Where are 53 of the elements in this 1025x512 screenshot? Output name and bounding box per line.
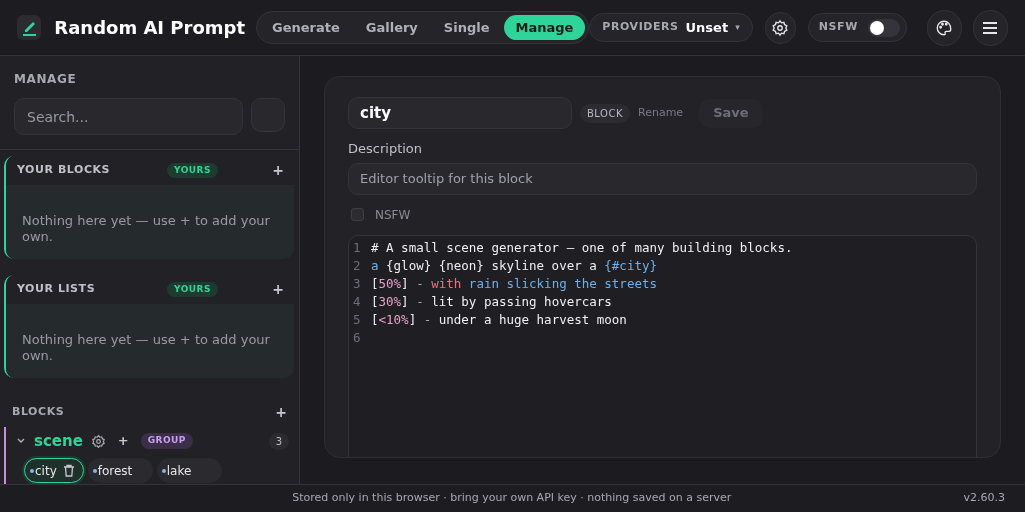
rename-button[interactable]: Rename [638, 104, 684, 122]
group-name[interactable]: scene [34, 429, 83, 453]
footer-note: Stored only in this browser · bring your own API key · nothing saved on a server [292, 490, 732, 507]
code-line: a {glow} {neon} skyline over a {#city} [371, 256, 657, 275]
block-type-badge: BLOCK [580, 103, 630, 123]
app-logo-icon [17, 15, 42, 40]
code-line: # A small scene generator — one of many building blocks. [371, 238, 793, 257]
code-editor[interactable] [348, 234, 977, 457]
trash-icon[interactable] [62, 464, 75, 477]
nsfw-toggle[interactable]: NSFW [807, 13, 907, 42]
line-number: 4 [353, 293, 362, 312]
line-number: 1 [353, 238, 362, 257]
item-count: 3 [268, 432, 289, 450]
code-line: [<10%] - under a huge harvest moon [371, 311, 627, 330]
settings-icon[interactable] [764, 11, 796, 44]
nav-tab[interactable]: Gallery [353, 15, 430, 40]
line-number: 2 [353, 256, 362, 275]
group-badge: GROUP [140, 433, 193, 449]
search-field[interactable]: Search... [14, 98, 243, 135]
block-chip[interactable]: forest [87, 458, 153, 483]
add-button[interactable]: + [117, 431, 129, 451]
version-label: v2.60.3 [963, 490, 1005, 507]
empty-state-message: Nothing here yet — use + to add your own. [22, 213, 271, 245]
section-title: YOUR LISTS [17, 281, 97, 298]
code-line: [30%] - lit by passing hovercars [371, 293, 612, 312]
add-block-button[interactable]: + [275, 402, 287, 423]
code-line: [50%] - with rain slicking the streets [371, 274, 657, 293]
empty-state-message: Nothing here yet — use + to add your own. [22, 332, 271, 364]
nsfw-checkbox[interactable] [351, 208, 364, 221]
gear-icon[interactable] [90, 433, 106, 449]
block-name-field[interactable]: city [348, 97, 572, 129]
providers-dropdown[interactable]: PROVIDERS Unset ▾ [589, 13, 753, 42]
yours-badge: YOURS [167, 162, 218, 179]
app-title: Random AI Prompt [54, 16, 245, 40]
nav-tab[interactable]: Manage [503, 15, 586, 40]
add-button[interactable]: + [272, 279, 284, 300]
blocks-heading: BLOCKS [12, 404, 65, 421]
block-chip[interactable]: lake [156, 458, 222, 483]
add-button[interactable]: + [272, 160, 284, 181]
section-title: YOUR BLOCKS [17, 162, 112, 179]
menu-icon[interactable] [972, 9, 1008, 46]
sidebar-title: MANAGE [14, 71, 78, 88]
block-chip[interactable]: city [24, 458, 84, 483]
description-field[interactable]: Editor tooltip for this block [348, 162, 977, 195]
nav-tab[interactable]: Single [431, 15, 502, 40]
nsfw-checkbox-label: NSFW [375, 206, 411, 224]
description-label: Description [348, 140, 424, 158]
line-number: 3 [353, 274, 362, 293]
yours-badge: YOURS [167, 281, 218, 298]
line-number: 5 [353, 311, 362, 330]
line-number: 6 [353, 329, 362, 348]
palette-icon[interactable] [926, 9, 962, 46]
nav-tab[interactable]: Generate [260, 15, 352, 40]
